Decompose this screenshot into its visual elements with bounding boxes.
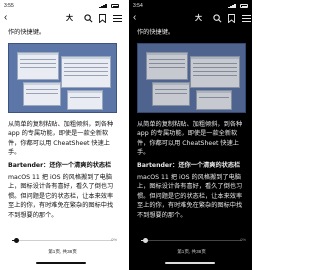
bookmark-icon[interactable] — [99, 14, 106, 23]
progress-percent: 0% — [111, 237, 117, 242]
paragraph: macOS 11 把 iOS 的风格搬到了电脑上，图标设计各有喜好，看久了倒也习… — [137, 174, 243, 219]
page-indicator: 第1页, 共38页 — [48, 249, 77, 254]
battery-icon — [240, 4, 248, 8]
bookmark-icon[interactable] — [228, 14, 235, 23]
search-icon[interactable] — [213, 14, 222, 23]
progress-knob[interactable] — [13, 238, 19, 243]
page-indicator: 第1页, 共38页 — [177, 249, 206, 254]
reader-dark-mode: 3:54 ‹ 大 作的快捷键。 从简单的复制粘贴、加粗倾斜，到各种 app 的专… — [129, 0, 252, 270]
back-chevron-icon[interactable]: ‹ — [133, 13, 143, 23]
reader-light-mode: 3:55 ‹ 大 作的快捷键。 从简单的复制粘贴、加粗倾斜，到各种 app 的专… — [0, 0, 123, 270]
section-subtitle: Bartender：还你一个清爽的状态栏 — [137, 161, 241, 169]
home-indicator — [36, 262, 86, 264]
menu-icon[interactable] — [113, 14, 122, 23]
reader-toolbar: ‹ 大 — [133, 12, 251, 26]
comparison-stage: 3:55 ‹ 大 作的快捷键。 从简单的复制粘贴、加粗倾斜，到各种 app 的专… — [0, 0, 252, 270]
signal-icon — [99, 4, 107, 8]
reader-content: 作的快捷键。 — [137, 28, 246, 37]
signal-icon — [228, 4, 236, 8]
home-indicator — [165, 262, 215, 264]
progress-slider[interactable] — [12, 238, 113, 243]
progress-slider[interactable] — [141, 238, 242, 243]
battery-icon — [111, 4, 119, 8]
back-chevron-icon[interactable]: ‹ — [4, 13, 14, 23]
status-time: 3:54 — [133, 3, 143, 9]
reader-content: 作的快捷键。 — [8, 28, 117, 37]
intro-line: 作的快捷键。 — [137, 29, 175, 36]
status-time: 3:55 — [4, 3, 14, 9]
progress-percent: 0% — [240, 237, 246, 242]
article-body: 从简单的复制粘贴、加粗倾斜，到各种 app 的专属功能，即使是一款全新软件，你都… — [137, 120, 246, 223]
paragraph: 从简单的复制粘贴、加粗倾斜，到各种 app 的专属功能，即使是一款全新软件，你都… — [137, 121, 243, 157]
progress-knob[interactable] — [142, 238, 148, 243]
article-screenshot — [8, 43, 117, 113]
intro-line: 作的快捷键。 — [8, 29, 46, 36]
status-bar: 3:55 — [4, 2, 119, 10]
font-size-button[interactable]: 大 — [66, 14, 73, 24]
article-body: 从简单的复制粘贴、加粗倾斜，到各种 app 的专属功能，即使是一款全新软件，你都… — [8, 120, 117, 223]
paragraph: macOS 11 把 iOS 的风格搬到了电脑上，图标设计各有喜好，看久了倒也习… — [8, 174, 114, 219]
menu-icon[interactable] — [242, 14, 251, 23]
reader-toolbar: ‹ 大 — [4, 12, 122, 26]
article-screenshot — [137, 43, 246, 113]
status-bar: 3:54 — [133, 2, 248, 10]
paragraph: 从简单的复制粘贴、加粗倾斜，到各种 app 的专属功能，即使是一款全新软件，你都… — [8, 121, 114, 157]
section-subtitle: Bartender：还你一个清爽的状态栏 — [8, 161, 112, 169]
search-icon[interactable] — [84, 14, 93, 23]
font-size-button[interactable]: 大 — [195, 14, 202, 24]
